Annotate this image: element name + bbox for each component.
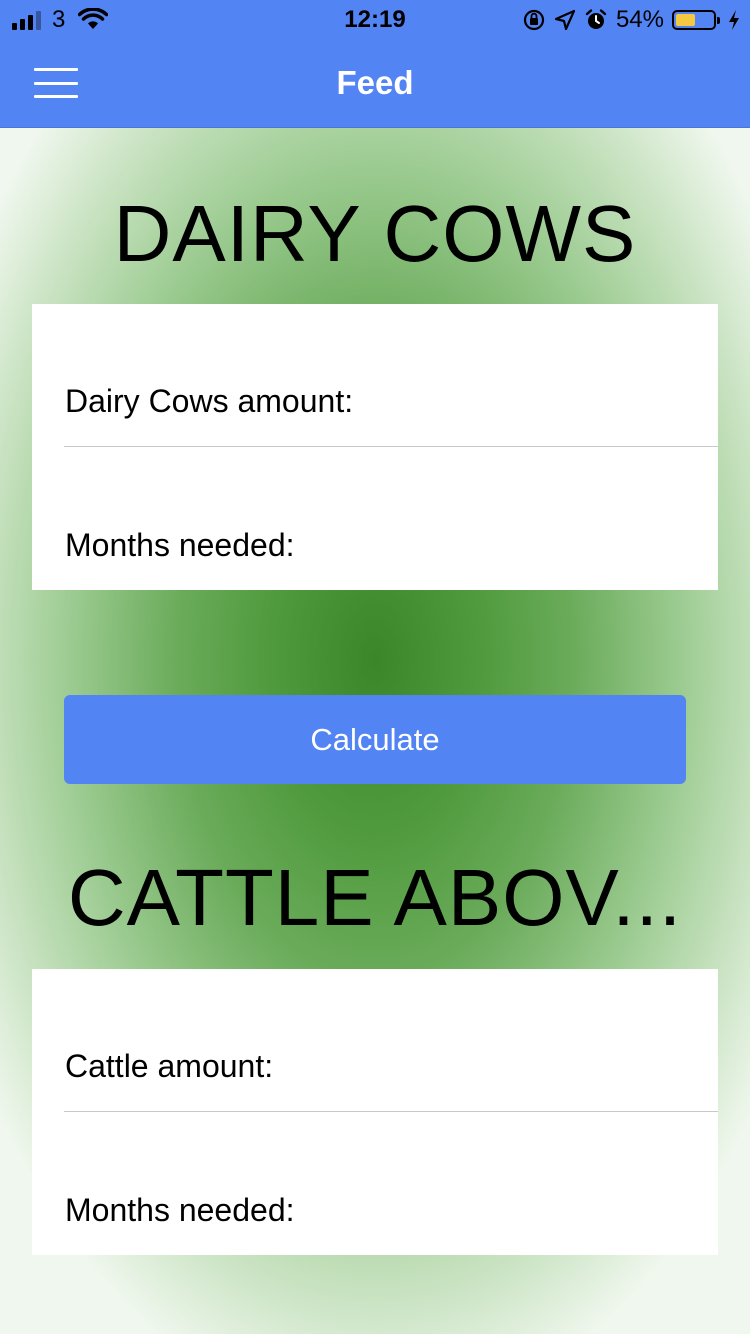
dairy-cows-amount-input[interactable] xyxy=(384,380,708,426)
section-title-cattle-above: CATTLE ABOV... xyxy=(67,853,683,942)
status-bar: 3 12:19 54% xyxy=(0,0,750,40)
dairy-cows-form-card: Dairy Cows amount: Months needed: xyxy=(32,304,718,590)
dairy-cows-months-field: Months needed: xyxy=(64,447,718,590)
dairy-cows-months-input[interactable] xyxy=(384,524,708,570)
cattle-amount-input[interactable] xyxy=(384,1045,708,1091)
cattle-amount-label: Cattle amount: xyxy=(65,1048,274,1084)
section-title-dairy-cows: DAIRY COWS xyxy=(113,189,637,278)
battery-icon xyxy=(672,10,720,30)
location-arrow-icon xyxy=(554,9,576,31)
cattle-amount-field: Cattle amount: xyxy=(64,969,718,1112)
orientation-lock-icon xyxy=(523,9,545,31)
dairy-cows-amount-field: Dairy Cows amount: xyxy=(64,304,718,447)
page-title: Feed xyxy=(336,64,414,101)
dairy-cows-amount-label: Dairy Cows amount: xyxy=(65,383,354,419)
alarm-icon xyxy=(585,9,607,29)
cattle-months-input[interactable] xyxy=(384,1189,708,1235)
nav-bar: Feed xyxy=(0,40,750,128)
battery-percent: 54% xyxy=(615,6,664,33)
dairy-cows-months-label: Months needed: xyxy=(65,527,295,563)
charging-bolt-icon xyxy=(729,10,739,30)
status-right-group: 54% xyxy=(522,6,740,34)
cattle-form-card: Cattle amount: Months needed: xyxy=(32,969,718,1255)
calculate-button[interactable]: Calculate xyxy=(64,695,686,784)
cattle-months-label: Months needed: xyxy=(65,1192,295,1228)
cattle-months-field: Months needed: xyxy=(64,1112,718,1255)
